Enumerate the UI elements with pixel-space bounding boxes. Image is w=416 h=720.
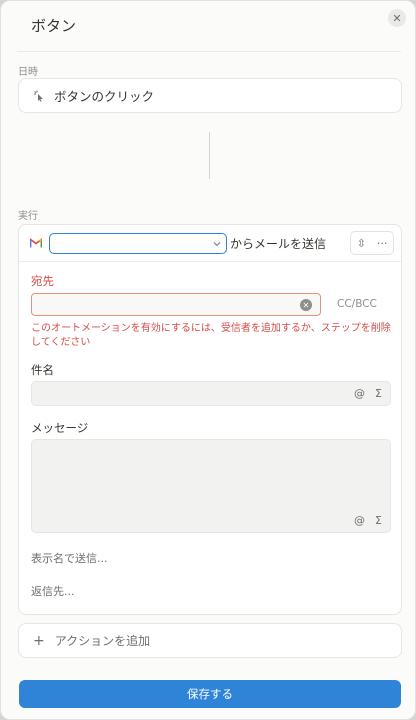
cc-bcc-link[interactable]: CC/BCC xyxy=(337,298,377,310)
trigger-label: ボタンのクリック xyxy=(54,89,155,104)
validation-error: このオートメーションを有効にするには、受信者を追加するか、ステップを削除してくだ… xyxy=(31,323,391,348)
step-connector xyxy=(209,132,210,179)
account-select[interactable] xyxy=(49,233,227,254)
message-label: メッセージ xyxy=(31,421,89,435)
gmail-action-card: からメールを送信 ⇳ ··· 宛先 ✕ CC/BCC このオートメーションを有効… xyxy=(18,224,402,615)
dialog-title: ボタン xyxy=(31,17,77,35)
send-as-link[interactable]: 表示名で送信... xyxy=(31,550,108,566)
subject-input-tools: @ Σ xyxy=(354,387,382,400)
formula-icon[interactable]: Σ xyxy=(375,514,382,527)
send-from-label: からメールを送信 xyxy=(230,237,327,251)
add-action-label: アクションを追加 xyxy=(54,634,151,648)
formula-icon[interactable]: Σ xyxy=(375,387,382,400)
action-header: からメールを送信 ⇳ ··· xyxy=(19,225,401,262)
clear-icon[interactable]: ✕ xyxy=(300,299,312,311)
header-divider xyxy=(17,51,401,52)
click-cursor-icon xyxy=(34,90,43,102)
close-icon[interactable]: ✕ xyxy=(388,9,406,27)
subject-label: 件名 xyxy=(31,363,54,377)
subject-input[interactable]: @ Σ xyxy=(31,381,391,406)
trigger-section-label: 日時 xyxy=(18,67,38,78)
to-input[interactable]: ✕ xyxy=(31,293,321,316)
message-input[interactable]: @ Σ xyxy=(31,439,391,533)
add-action-button[interactable]: + アクションを追加 xyxy=(18,623,402,658)
mention-icon[interactable]: @ xyxy=(354,514,365,527)
plus-icon: + xyxy=(33,632,45,649)
mention-icon[interactable]: @ xyxy=(354,387,365,400)
message-input-tools: @ Σ xyxy=(354,514,382,527)
more-icon[interactable]: ··· xyxy=(377,237,388,250)
action-toolbar: ⇳ ··· xyxy=(350,231,394,255)
gmail-icon xyxy=(30,238,42,248)
trigger-card[interactable]: ボタンのクリック xyxy=(18,78,402,113)
to-label: 宛先 xyxy=(31,274,54,288)
reply-to-link[interactable]: 返信先... xyxy=(31,583,75,599)
save-button[interactable]: 保存する xyxy=(19,680,401,708)
automation-dialog: ボタン ✕ 日時 ボタンのクリック 実行 からメールを送信 ⇳ ··· 宛先 ✕… xyxy=(0,0,416,720)
action-section-label: 実行 xyxy=(18,211,38,222)
collapse-icon[interactable]: ⇳ xyxy=(357,237,366,250)
chevron-down-icon[interactable] xyxy=(212,239,222,249)
